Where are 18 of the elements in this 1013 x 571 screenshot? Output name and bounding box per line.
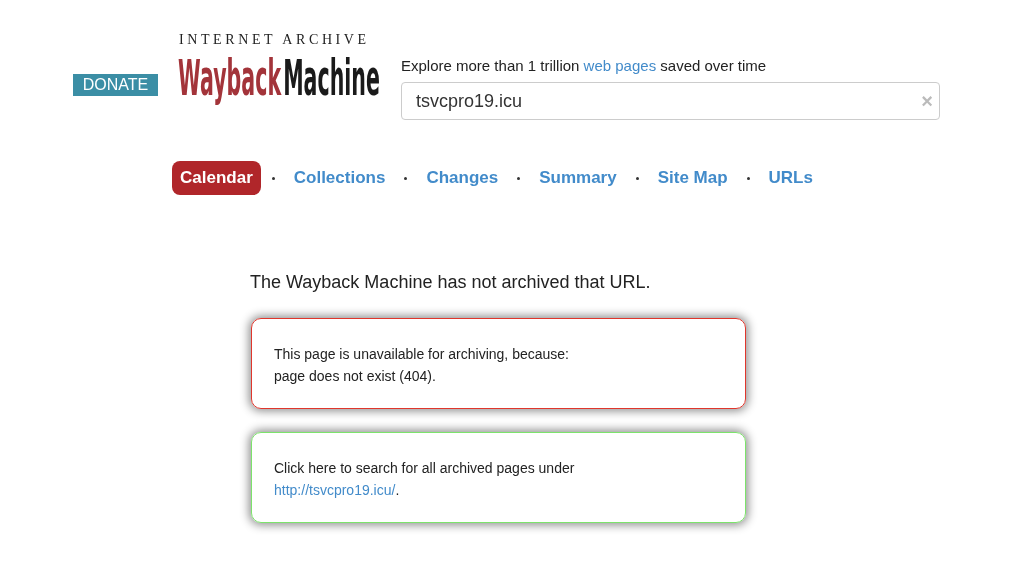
message-text: Click here to search for all archived pages under http://tsvcpro19.icu/. — [274, 459, 576, 500]
message-text: This page is unavailable for archiving, because: page does not exist (404). — [274, 345, 570, 386]
web-pages-link[interactable]: web pages — [583, 57, 657, 74]
archive-link[interactable]: http://tsvcpro19.icu/ — [274, 482, 396, 498]
nav-tab[interactable]: Site Map — [649, 161, 736, 195]
nav-tab[interactable]: Changes — [418, 161, 507, 195]
nav-tab[interactable]: Summary — [531, 161, 625, 195]
status-heading: The Wayback Machine has not archived that URL. — [250, 272, 652, 293]
tagline-text: Explore more than 1 trillion web pages saved over time — [401, 57, 768, 74]
nav-tab[interactable]: Calendar — [172, 161, 261, 195]
clear-button[interactable]: × — [921, 91, 933, 111]
logo-word[interactable]: Wayback — [178, 49, 282, 107]
logo-word[interactable]: Machine — [283, 49, 380, 107]
nav-tab[interactable]: Collections — [285, 161, 394, 195]
donate-button[interactable]: DONATE — [73, 74, 158, 96]
logo-tagline: INTERNET ARCHIVE — [178, 33, 371, 47]
search-field[interactable]: tsvcpro19.icu × — [401, 82, 940, 120]
nav-tab[interactable]: URLs — [760, 161, 821, 195]
